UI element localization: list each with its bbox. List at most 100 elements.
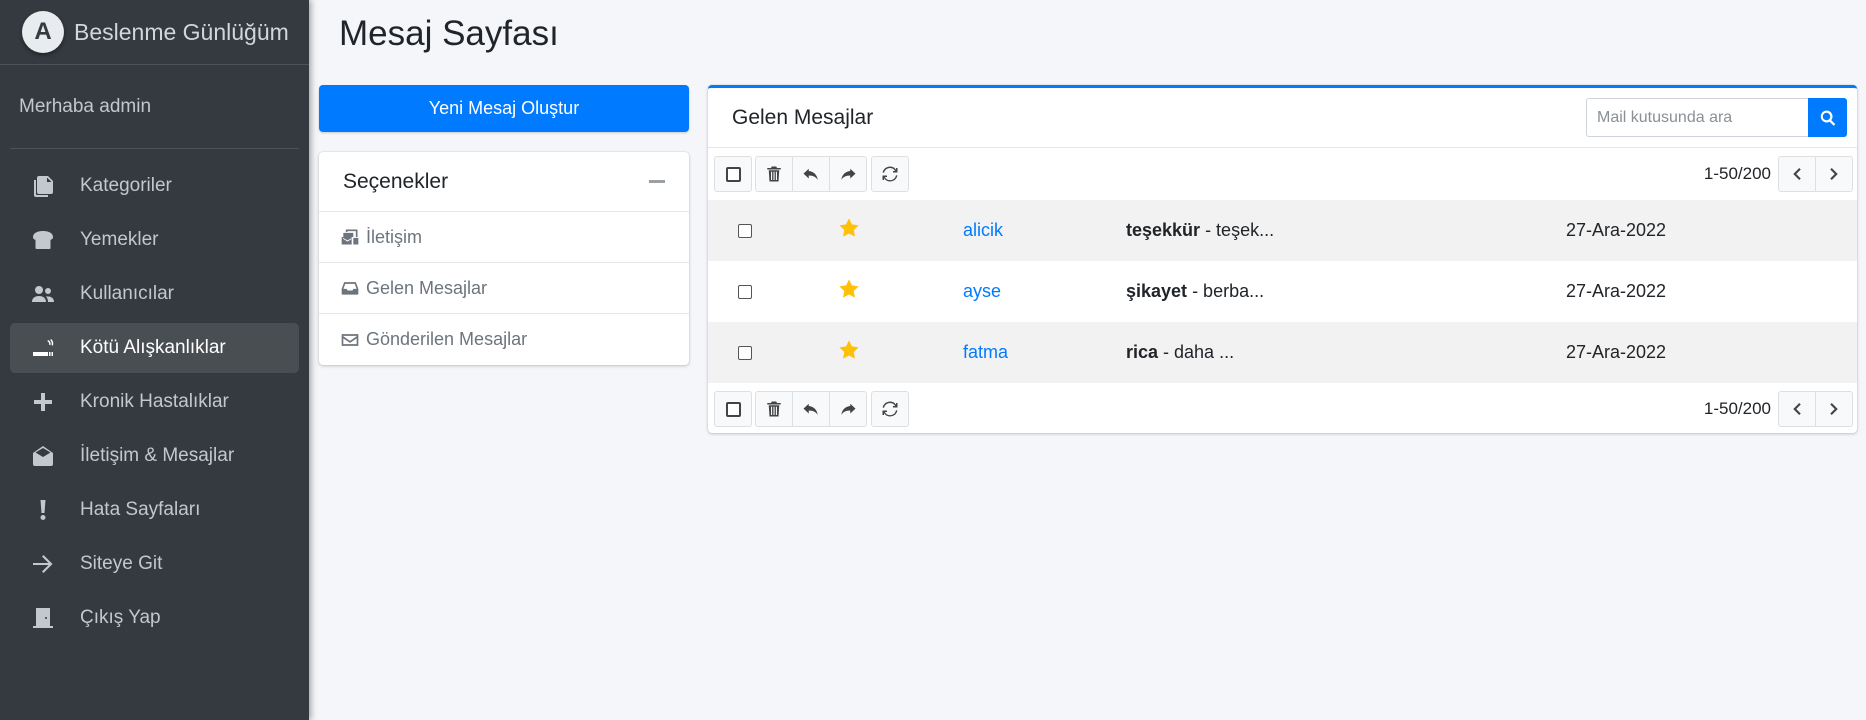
star-icon[interactable] [838, 217, 860, 239]
forward-button[interactable] [829, 156, 867, 192]
mail-subject[interactable]: rica - daha ... [1126, 322, 1566, 383]
options-title: Seçenekler [343, 169, 449, 193]
option-label: İletişim [366, 226, 423, 247]
inbox-header: Gelen Mesajlar [708, 88, 1857, 148]
sidebar-item-hata-sayfalari[interactable]: Hata Sayfaları [10, 485, 299, 535]
mail-search [1586, 98, 1847, 137]
mail-actions-group [755, 156, 867, 192]
sidebar-item-label: Kullanıcılar [80, 283, 174, 304]
sidebar-item-kotu-aliskanliklar[interactable]: Kötü Alışkanlıklar [10, 323, 299, 373]
row-checkbox[interactable] [738, 284, 752, 299]
pager-text: 1-50/200 [1703, 164, 1771, 183]
pager-group [1778, 391, 1853, 427]
inbox-card: Gelen Mesajlar 1-50/200 [708, 85, 1857, 433]
delete-button[interactable] [755, 391, 793, 427]
checkbox-icon [725, 166, 741, 182]
sidebar-item-kategoriler[interactable]: Kategoriler [10, 161, 299, 211]
mail-subject[interactable]: teşekkür - teşek... [1126, 200, 1566, 261]
mail-search-input[interactable] [1586, 98, 1808, 137]
inbox-icon [341, 282, 359, 295]
mail-bulk-icon [341, 229, 359, 245]
option-iletisim[interactable]: İletişim [319, 212, 689, 263]
sidebar-item-siteye-git[interactable]: Siteye Git [10, 539, 299, 589]
sidebar-item-kronik-hastaliklar[interactable]: Kronik Hastalıklar [10, 377, 299, 427]
mail-toolbar-top: 1-50/200 [708, 148, 1857, 200]
sidebar-item-label: Kronik Hastalıklar [80, 391, 229, 412]
sidebar-item-label: Yemekler [80, 229, 159, 250]
table-row[interactable]: fatma rica - daha ... 27-Ara-2022 [708, 322, 1857, 383]
user-greeting[interactable]: Merhaba admin [19, 96, 151, 118]
mail-sender-link[interactable]: ayse [963, 261, 1126, 322]
search-button[interactable] [1808, 98, 1847, 137]
reply-icon [803, 403, 818, 415]
user-panel: Merhaba admin [10, 65, 299, 149]
mail-subject[interactable]: şikayet - berba... [1126, 261, 1566, 322]
envelope-icon [341, 333, 359, 346]
mail-preview: - teşek... [1200, 220, 1275, 240]
next-page-button[interactable] [1815, 156, 1853, 192]
reply-button[interactable] [792, 391, 830, 427]
sidebar-item-label: İletişim & Mesajlar [80, 445, 235, 466]
sidebar-item-cikis-yap[interactable]: Çıkış Yap [10, 593, 299, 643]
exclamation-icon [30, 498, 62, 522]
collapse-minus-icon[interactable] [649, 180, 665, 183]
sidebar-item-kullanicilar[interactable]: Kullanıcılar [10, 269, 299, 319]
mail-subject-title: teşekkür [1126, 220, 1201, 240]
sidebar-item-yemekler[interactable]: Yemekler [10, 215, 299, 265]
option-label: Gönderilen Mesajlar [366, 329, 528, 349]
table-row[interactable]: ayse şikayet - berba... 27-Ara-2022 [708, 261, 1857, 322]
refresh-button[interactable] [871, 391, 909, 427]
reply-icon [803, 168, 818, 180]
mail-sender-link[interactable]: alicik [963, 200, 1126, 261]
trash-icon [767, 401, 781, 417]
envelope-open-icon [30, 444, 62, 468]
prev-page-button[interactable] [1778, 156, 1816, 192]
share-icon [841, 168, 856, 180]
brand-link[interactable]: A Beslenme Günlüğüm [0, 0, 309, 65]
chevron-right-icon [1830, 403, 1838, 415]
chevron-right-icon [1830, 168, 1838, 180]
sidebar-item-label: Kategoriler [80, 175, 172, 196]
mail-preview: - berba... [1187, 281, 1265, 301]
row-checkbox[interactable] [738, 345, 752, 360]
pager-text: 1-50/200 [1703, 399, 1771, 418]
door-icon [30, 606, 62, 630]
sidebar: A Beslenme Günlüğüm Merhaba admin Katego… [0, 0, 309, 720]
page-title: Mesaj Sayfası [339, 14, 559, 53]
mail-toolbar-bottom: 1-50/200 [708, 383, 1857, 435]
sync-icon [882, 166, 898, 182]
sidebar-item-label: Siteye Git [80, 553, 163, 574]
mail-table: alicik teşekkür - teşek... 27-Ara-2022 a… [708, 200, 1857, 383]
options-header: Seçenekler [319, 152, 689, 212]
table-row[interactable]: alicik teşekkür - teşek... 27-Ara-2022 [708, 200, 1857, 261]
mail-subject-title: rica [1126, 342, 1159, 362]
forward-button[interactable] [829, 391, 867, 427]
chevron-left-icon [1793, 403, 1801, 415]
option-gonderilen-mesajlar[interactable]: Gönderilen Mesajlar [319, 314, 689, 365]
refresh-button[interactable] [871, 156, 909, 192]
next-page-button[interactable] [1815, 391, 1853, 427]
select-all-button[interactable] [714, 156, 752, 192]
star-icon[interactable] [838, 278, 860, 300]
mail-preview: - daha ... [1158, 342, 1235, 362]
brand-name: Beslenme Günlüğüm [74, 18, 289, 45]
brand-logo: A [22, 11, 64, 53]
inbox-title: Gelen Mesajlar [732, 105, 874, 129]
plus-icon [30, 390, 62, 414]
share-icon [841, 403, 856, 415]
delete-button[interactable] [755, 156, 793, 192]
sidebar-item-iletisim-mesajlar[interactable]: İletişim & Mesajlar [10, 431, 299, 481]
star-icon[interactable] [838, 339, 860, 361]
bread-icon [30, 228, 62, 252]
smoking-icon [30, 336, 62, 360]
select-all-button[interactable] [714, 391, 752, 427]
mail-sender-link[interactable]: fatma [963, 322, 1126, 383]
reply-button[interactable] [792, 156, 830, 192]
compose-button[interactable]: Yeni Mesaj Oluştur [319, 85, 689, 132]
row-checkbox[interactable] [738, 223, 752, 238]
arrow-right-icon [30, 552, 62, 576]
option-gelen-mesajlar[interactable]: Gelen Mesajlar [319, 263, 689, 314]
mail-date: 27-Ara-2022 [1566, 342, 1667, 362]
prev-page-button[interactable] [1778, 391, 1816, 427]
pager-group [1778, 156, 1853, 192]
